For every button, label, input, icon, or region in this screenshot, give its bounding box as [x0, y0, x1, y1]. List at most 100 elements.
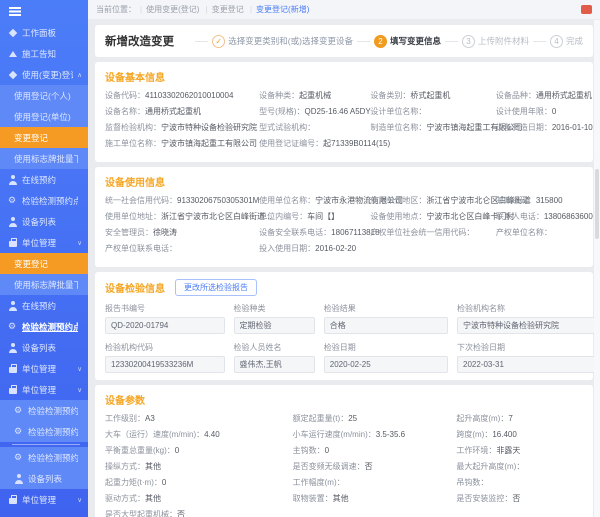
form-field: 下次检验日期 2022-03-31 — [457, 342, 596, 373]
field-value: 41103302062010010004 — [145, 91, 233, 100]
scrollbar[interactable] — [594, 20, 600, 517]
sidebar-item[interactable] — [12, 444, 80, 445]
sidebar-item[interactable]: 检验检测预约点 — [0, 190, 88, 211]
input-label: 检验种类 — [234, 303, 315, 314]
field: 主钩数0 — [293, 446, 451, 455]
sidebar-item[interactable]: 单位管理 ∨ — [0, 489, 88, 510]
sidebar-item[interactable]: 工作面板 — [0, 22, 88, 43]
change-report-button[interactable]: 更改所选检验报告 — [175, 279, 257, 296]
sidebar-item-icon — [14, 474, 24, 484]
field-column: 使用单位地区浙江省宁波市北仑区白峰街道设备使用地点宁波市北仑区白峰卡门村产权单位… — [370, 196, 490, 260]
sidebar-item[interactable]: 使用登记(个人) — [0, 85, 88, 106]
sidebar-item[interactable]: 检验检测预约点 — [0, 447, 88, 468]
field-label: 设备名称 — [105, 107, 145, 116]
sidebar-item[interactable]: 使用(变更)登记 ∧ — [0, 64, 88, 85]
input[interactable]: 宁波市特种设备检验研究院 — [457, 317, 596, 334]
sidebar-item[interactable]: 检验检测预约点 — [0, 316, 88, 337]
sidebar-item[interactable]: 检验检测预约点 — [0, 400, 88, 421]
input[interactable]: 2022-03-31 — [457, 356, 596, 373]
step-circle: 4 — [550, 35, 563, 48]
sidebar-item-label: 单位管理 — [22, 363, 56, 375]
field-value: 7 — [508, 414, 512, 423]
sidebar-item-label: 使用登记(单位) — [14, 111, 71, 123]
breadcrumb-item[interactable]: 使用变更(登记) — [136, 4, 199, 15]
breadcrumb-item[interactable]: 变更登记(新增) — [246, 4, 309, 15]
breadcrumb: 使用变更(登记) 变更登记 变更登记(新增) — [136, 4, 309, 15]
field-value: 0 — [552, 107, 556, 116]
section-title: 设备使用信息 — [105, 174, 583, 189]
input-label: 检验机构名称 — [457, 303, 596, 314]
sidebar-item[interactable]: 变更登记 — [0, 253, 88, 274]
chevron-icon: ∨ — [77, 365, 82, 373]
sidebar-item[interactable]: 单位管理 ∨ — [0, 232, 88, 253]
field-column: 设备代码41103302062010010004设备名称通用桥式起重机监督检验机… — [105, 91, 253, 155]
breadcrumb-text: 变更登记(新增) — [256, 4, 309, 15]
field: 大车（运行）速度(m/min)4.40 — [105, 430, 287, 439]
step-label: 上传附件材料 — [478, 35, 529, 47]
sidebar-item-label: 检验检测预约点 — [22, 321, 78, 333]
breadcrumb-text: 使用变更(登记) — [146, 4, 199, 15]
field-label: 驱动方式 — [105, 494, 145, 503]
breadcrumb-item[interactable]: 变更登记 — [202, 4, 244, 15]
sidebar-item[interactable]: 在线预约 — [0, 169, 88, 190]
sidebar-item[interactable]: 设备列表 — [0, 337, 88, 358]
sidebar-item-label: 工作面板 — [22, 27, 56, 39]
input[interactable]: 2020-02-25 — [324, 356, 448, 373]
field: 型式试验机构 — [259, 123, 364, 132]
input[interactable]: 12330200419533236M — [105, 356, 225, 373]
form-field: 检验日期 2020-02-25 — [324, 342, 448, 373]
sidebar-item[interactable]: 单位管理 ∨ — [0, 358, 88, 379]
sidebar-item[interactable]: 设备列表 — [0, 211, 88, 232]
field: 驱动方式其他 — [105, 494, 287, 503]
field: 吊钩数 — [456, 478, 595, 487]
field: 邮政编码315800 — [496, 196, 600, 205]
input-value: 合格 — [330, 320, 442, 331]
sidebar-item-label: 在线预约 — [22, 300, 56, 312]
section-params: 设备参数 工作级别A3大车（运行）速度(m/min)4.40平衡重总重量(kg)… — [95, 385, 593, 517]
sidebar-item[interactable]: 变更登记 — [0, 127, 88, 148]
section-inspection-info: 设备检验信息 更改所选检验报告 报告书编号 QD-2020-01794 检验种类 — [95, 272, 593, 380]
field-value: 否 — [512, 494, 520, 503]
sidebar-menu: 工作面板 施工告知 使用(变更)登记 ∧ 使用登记(个人) — [0, 22, 88, 510]
sidebar-item-icon — [8, 28, 18, 38]
sidebar-item-icon — [14, 427, 24, 437]
sidebar-item[interactable]: 使用标志牌批量下载 — [0, 274, 88, 295]
sidebar: 工作面板 施工告知 使用(变更)登记 ∧ 使用登记(个人) — [0, 0, 88, 517]
field-label: 吊钩数 — [456, 478, 488, 487]
usage-info-grid: 统一社会信用代码91330206750305301M使用单位地址浙江省宁波市北仑… — [105, 196, 583, 260]
field-label: 是否变频无级调速 — [293, 462, 365, 471]
title-card: 新增改造变更 ✓ 选择变更类别和(或)选择变更设备 2 填写变更信息 — [95, 25, 593, 57]
scrollbar-thumb[interactable] — [595, 169, 599, 239]
field-label: 产权单位社会统一信用代码 — [370, 228, 474, 237]
field: 跨度(m)16.400 — [456, 430, 595, 439]
input-label: 报告书编号 — [105, 303, 225, 314]
input-value: 2020-02-25 — [330, 360, 442, 369]
sidebar-item[interactable]: 检验检测预约点 — [0, 421, 88, 442]
sidebar-item[interactable]: 设备列表 — [0, 468, 88, 489]
field: 工作级别A3 — [105, 414, 287, 423]
sidebar-item[interactable]: 施工告知 — [0, 43, 88, 64]
input[interactable]: 合格 — [324, 317, 448, 334]
sidebar-item[interactable]: 使用标志牌批量下载 — [0, 148, 88, 169]
menu-toggle-button[interactable] — [0, 0, 88, 22]
app-window: { "colors":{"sidebar_blue":"#4a77f6","su… — [0, 0, 600, 517]
field: 设备名称通用桥式起重机 — [105, 107, 253, 116]
field-column: 设备品种通用桥式起重机设计使用年限0设备制造日期2016-01-10 — [496, 91, 600, 155]
input[interactable]: 定期检验 — [234, 317, 315, 334]
breadcrumb-text: 变更登记 — [212, 4, 244, 15]
field-label: 小车运行速度(m/min) — [293, 430, 376, 439]
field: 联系人电话13806863600 — [496, 212, 600, 221]
field-label: 设备使用地点 — [370, 212, 426, 221]
hamburger-icon — [9, 6, 21, 16]
sidebar-item[interactable]: 单位管理 ∨ — [0, 379, 88, 400]
sidebar-item-label: 检验检测预约点 — [28, 452, 78, 464]
input[interactable]: 盛伟杰,王帆 — [234, 356, 315, 373]
field-label: 使用单位地区 — [370, 196, 426, 205]
field-label: 大车（运行）速度(m/min) — [105, 430, 204, 439]
sidebar-item[interactable]: 使用登记(单位) — [0, 106, 88, 127]
sidebar-item-icon — [8, 364, 18, 374]
field-value: 浙江省宁波市北仑区白峰街道... — [161, 212, 272, 221]
field-value: 13806863600 — [544, 212, 593, 221]
input[interactable]: QD-2020-01794 — [105, 317, 225, 334]
sidebar-item[interactable]: 在线预约 — [0, 295, 88, 316]
